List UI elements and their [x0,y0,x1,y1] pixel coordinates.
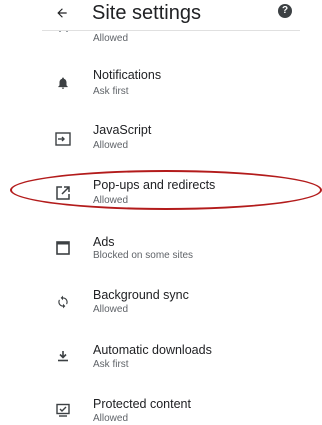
setting-subtitle: Allowed [93,413,129,424]
help-icon[interactable]: ? [278,4,292,18]
sync-icon [52,291,74,313]
setting-javascript[interactable]: JavaScript Allowed [0,117,322,171]
page-title: Site settings [92,2,201,24]
setting-title: Background sync [93,288,189,302]
arrow-back-icon [57,8,67,18]
setting-subtitle: Ask first [93,86,129,97]
setting-subtitle: Allowed [93,304,129,315]
setting-subtitle: Blocked on some sites [93,250,194,261]
setting-subtitle: Allowed [93,195,129,206]
back-button[interactable] [50,0,74,26]
partial-row-subtitle: Allowed [93,33,129,44]
setting-title: Ads [93,235,115,249]
javascript-icon [52,128,74,150]
setting-subtitle: Ask first [93,359,129,370]
setting-background-sync[interactable]: Background sync Allowed [0,281,322,335]
popup-redirect-icon [52,182,74,204]
setting-notifications[interactable]: Notifications Ask first [0,62,322,116]
setting-title: Notifications [93,68,162,82]
setting-automatic-downloads[interactable]: Automatic downloads Ask first [0,336,322,390]
setting-title: Pop-ups and redirects [93,178,216,192]
protected-content-icon [52,399,74,421]
header-divider [42,30,300,31]
setting-title: Protected content [93,397,191,411]
setting-title: JavaScript [93,123,152,137]
setting-title: Automatic downloads [93,343,212,357]
setting-subtitle: Allowed [93,140,129,151]
setting-ads[interactable]: Ads Blocked on some sites [0,226,322,280]
download-icon [52,345,74,367]
top-app-bar: Site settings ? [0,0,322,30]
bell-icon [52,72,74,94]
setting-protected-content[interactable]: Protected content Allowed [0,390,322,425]
setting-popups-and-redirects[interactable]: Pop-ups and redirects Allowed [0,172,322,226]
ads-icon [52,237,74,259]
